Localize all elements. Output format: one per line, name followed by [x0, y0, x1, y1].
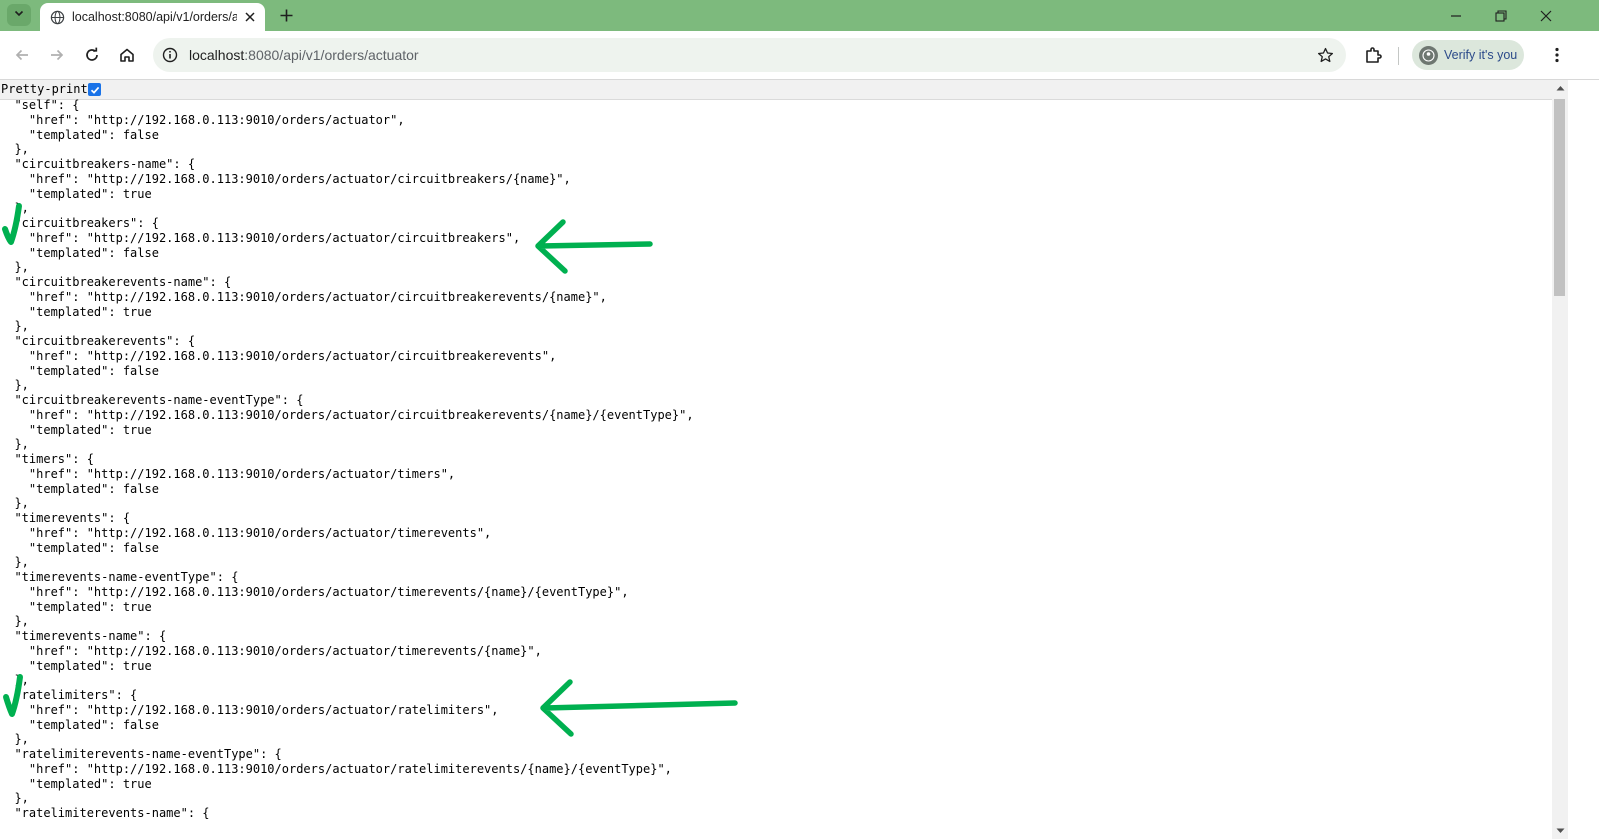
json-line: "timerevents-name": {	[0, 629, 167, 643]
pretty-print-bar: Pretty-print	[0, 80, 1552, 100]
json-body: "self": { "href": "http://192.168.0.113:…	[0, 98, 694, 821]
json-line: "href": "http://192.168.0.113:9010/order…	[0, 348, 557, 363]
page-content: Pretty-print "self": { "href": "http://1…	[0, 80, 1552, 839]
avatar-icon	[1419, 45, 1438, 65]
json-line: "circuitbreakerevents-name-eventType": {	[0, 393, 304, 407]
json-line: },	[0, 496, 29, 511]
profile-label: Verify it's you	[1444, 48, 1518, 62]
star-icon[interactable]	[1316, 46, 1334, 64]
scroll-up-icon[interactable]	[1552, 80, 1568, 96]
pretty-print-label: Pretty-print	[1, 82, 88, 96]
site-info-icon[interactable]	[162, 47, 178, 63]
json-line: "ratelimiterevents-name": {	[0, 806, 210, 820]
json-line: },	[0, 319, 29, 334]
json-line: "templated": true	[0, 422, 152, 437]
close-icon[interactable]	[243, 10, 257, 24]
json-line: "href": "http://192.168.0.113:9010/order…	[0, 643, 542, 658]
url-path: :8080/api/v1/orders/actuator	[244, 47, 419, 63]
json-line: "templated": true	[0, 304, 152, 319]
window-edge	[1568, 80, 1599, 839]
json-line: },	[0, 673, 29, 688]
json-line: },	[0, 614, 29, 629]
url-host: localhost	[189, 47, 245, 63]
back-icon[interactable]	[10, 43, 34, 67]
forward-icon[interactable]	[45, 43, 69, 67]
json-line: "timers": {	[0, 452, 94, 466]
json-line: "href": "http://192.168.0.113:9010/order…	[0, 171, 571, 186]
extensions-icon[interactable]	[1363, 45, 1383, 65]
json-line: "href": "http://192.168.0.113:9010/order…	[0, 466, 456, 481]
pretty-print-checkbox[interactable]	[88, 83, 101, 96]
json-line: },	[0, 201, 29, 216]
json-line: "templated": false	[0, 540, 159, 555]
toolbar-divider	[1398, 47, 1399, 65]
json-line: "href": "http://192.168.0.113:9010/order…	[0, 761, 672, 776]
json-line: "href": "http://192.168.0.113:9010/order…	[0, 584, 629, 599]
globe-icon	[49, 9, 65, 25]
scroll-down-icon[interactable]	[1552, 823, 1568, 839]
plus-icon[interactable]	[277, 6, 295, 24]
home-icon[interactable]	[115, 43, 139, 67]
json-line: "templated": true	[0, 599, 152, 614]
json-line: "circuitbreakers": {	[0, 216, 159, 230]
json-line: "ratelimiterevents-name-eventType": {	[0, 747, 282, 761]
json-line: "timerevents": {	[0, 511, 131, 525]
address-bar[interactable]: localhost:8080/api/v1/orders/actuator	[153, 38, 1346, 72]
json-line: "circuitbreakers-name": {	[0, 157, 196, 171]
json-line: },	[0, 260, 29, 275]
json-line: "href": "http://192.168.0.113:9010/order…	[0, 702, 499, 717]
more-icon[interactable]	[1547, 44, 1567, 66]
json-line: "templated": true	[0, 776, 152, 791]
url-text[interactable]: localhost:8080/api/v1/orders/actuator	[189, 47, 419, 63]
active-tab[interactable]: localhost:8080/api/v1/orders/actuator	[40, 3, 265, 31]
json-line: "href": "http://192.168.0.113:9010/order…	[0, 525, 492, 540]
scrollbar-thumb[interactable]	[1554, 99, 1565, 296]
json-line: "href": "http://192.168.0.113:9010/order…	[0, 289, 607, 304]
json-line: },	[0, 791, 29, 806]
json-line: },	[0, 437, 29, 452]
json-line: "href": "http://192.168.0.113:9010/order…	[0, 407, 694, 422]
json-line: "timerevents-name-eventType": {	[0, 570, 239, 584]
tab-search-button[interactable]	[7, 4, 31, 26]
json-line: "templated": false	[0, 363, 159, 378]
json-line: "circuitbreakerevents": {	[0, 334, 196, 348]
json-line: "templated": false	[0, 245, 159, 260]
json-line: "templated": false	[0, 717, 159, 732]
tab-search-icon	[13, 6, 25, 24]
minimize-icon[interactable]	[1433, 0, 1479, 31]
browser-toolbar: localhost:8080/api/v1/orders/actuator Ve…	[0, 31, 1599, 80]
json-line: "self": {	[0, 98, 80, 112]
json-line: "circuitbreakerevents-name": {	[0, 275, 232, 289]
json-line: },	[0, 555, 29, 570]
json-line: },	[0, 142, 29, 157]
json-line: "ratelimiters": {	[0, 688, 138, 702]
vertical-scrollbar[interactable]	[1552, 80, 1568, 839]
json-line: "templated": true	[0, 658, 152, 673]
json-line: "href": "http://192.168.0.113:9010/order…	[0, 112, 405, 127]
json-line: "href": "http://192.168.0.113:9010/order…	[0, 230, 521, 245]
restore-icon[interactable]	[1478, 0, 1524, 31]
tab-strip: localhost:8080/api/v1/orders/actuator	[0, 0, 1599, 31]
tab-title: localhost:8080/api/v1/orders/actuator	[72, 10, 237, 24]
json-line: },	[0, 732, 29, 747]
json-line: "templated": false	[0, 481, 159, 496]
reload-icon[interactable]	[80, 43, 104, 67]
json-line: "templated": true	[0, 186, 152, 201]
json-line: "templated": false	[0, 127, 159, 142]
close-window-icon[interactable]	[1523, 0, 1569, 31]
json-line: },	[0, 378, 29, 393]
profile-button[interactable]: Verify it's you	[1412, 40, 1524, 70]
